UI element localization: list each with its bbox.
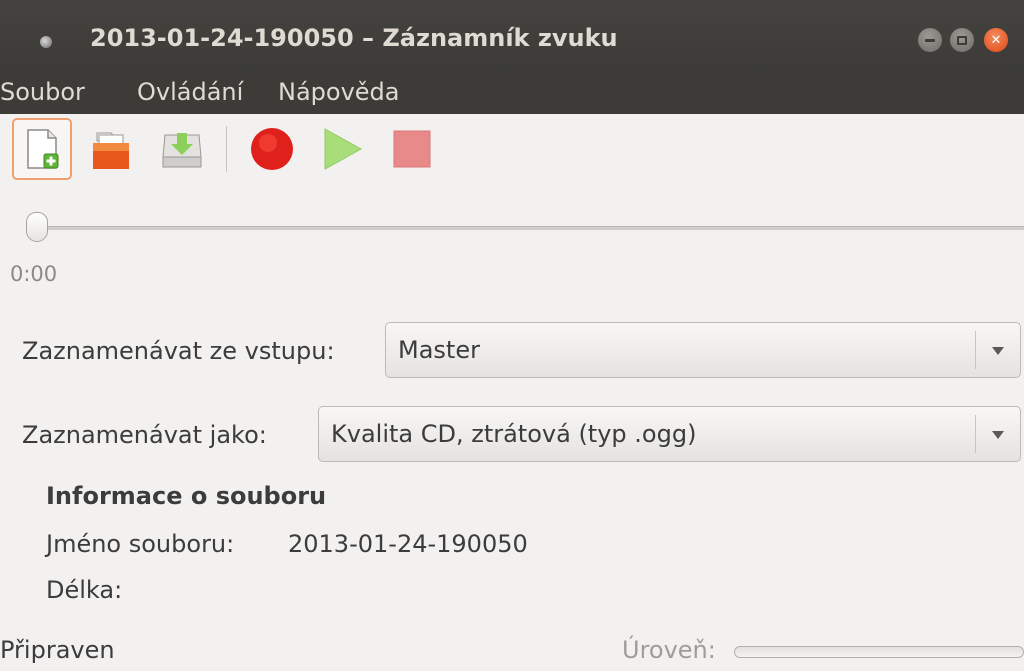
- record-icon: [251, 128, 293, 170]
- file-name-value: 2013-01-24-190050: [288, 530, 528, 558]
- file-name-label: Jméno souboru:: [46, 530, 235, 558]
- maximize-button[interactable]: [950, 28, 974, 52]
- status-text: Připraven: [0, 636, 115, 664]
- stop-icon: [393, 130, 431, 168]
- stop-button[interactable]: [382, 118, 442, 180]
- save-icon: [162, 133, 202, 168]
- menu-soubor[interactable]: Soubor: [0, 78, 85, 106]
- menu-napoveda[interactable]: Nápověda: [278, 78, 400, 106]
- chevron-down-icon: [992, 347, 1004, 355]
- toolbar: [0, 114, 1024, 186]
- new-button[interactable]: [12, 118, 72, 180]
- level-label: Úroveň:: [622, 636, 716, 664]
- app-indicator-icon: [40, 36, 52, 48]
- close-icon: ✕: [990, 32, 1002, 48]
- file-info-heading: Informace o souboru: [46, 482, 327, 510]
- menu-bar: Soubor Ovládání Nápověda: [0, 70, 1024, 114]
- format-select[interactable]: Kvalita CD, ztrátová (typ .ogg): [318, 406, 1021, 462]
- window-title: 2013-01-24-190050 – Záznamník zvuku: [90, 24, 618, 52]
- seek-slider-track[interactable]: [34, 226, 1024, 230]
- time-label: 0:00: [10, 262, 58, 286]
- input-label: Zaznamenávat ze vstupu:: [22, 337, 335, 365]
- input-value: Master: [398, 336, 480, 364]
- save-button[interactable]: [152, 118, 212, 180]
- seek-slider-handle[interactable]: [26, 212, 48, 242]
- title-bar: 2013-01-24-190050 – Záznamník zvuku ✕: [0, 0, 1024, 70]
- chevron-down-icon: [992, 431, 1004, 439]
- close-button[interactable]: ✕: [984, 28, 1008, 52]
- open-button[interactable]: [82, 118, 142, 180]
- level-meter: [734, 646, 1024, 658]
- minimize-button[interactable]: [918, 28, 942, 52]
- menu-ovladani[interactable]: Ovládání: [137, 78, 243, 106]
- format-label: Zaznamenávat jako:: [22, 421, 267, 449]
- record-button[interactable]: [242, 118, 302, 180]
- input-select[interactable]: Master: [385, 322, 1021, 378]
- open-icon: [93, 132, 129, 169]
- format-value: Kvalita CD, ztrátová (typ .ogg): [331, 420, 697, 448]
- minimize-icon: [925, 38, 935, 42]
- play-button[interactable]: [312, 118, 372, 180]
- combo-divider: [975, 415, 976, 453]
- combo-divider: [975, 331, 976, 369]
- play-icon: [324, 128, 363, 170]
- file-length-label: Délka:: [46, 576, 123, 604]
- maximize-icon: [957, 35, 967, 45]
- toolbar-separator: [226, 126, 227, 172]
- new-icon: [27, 129, 59, 169]
